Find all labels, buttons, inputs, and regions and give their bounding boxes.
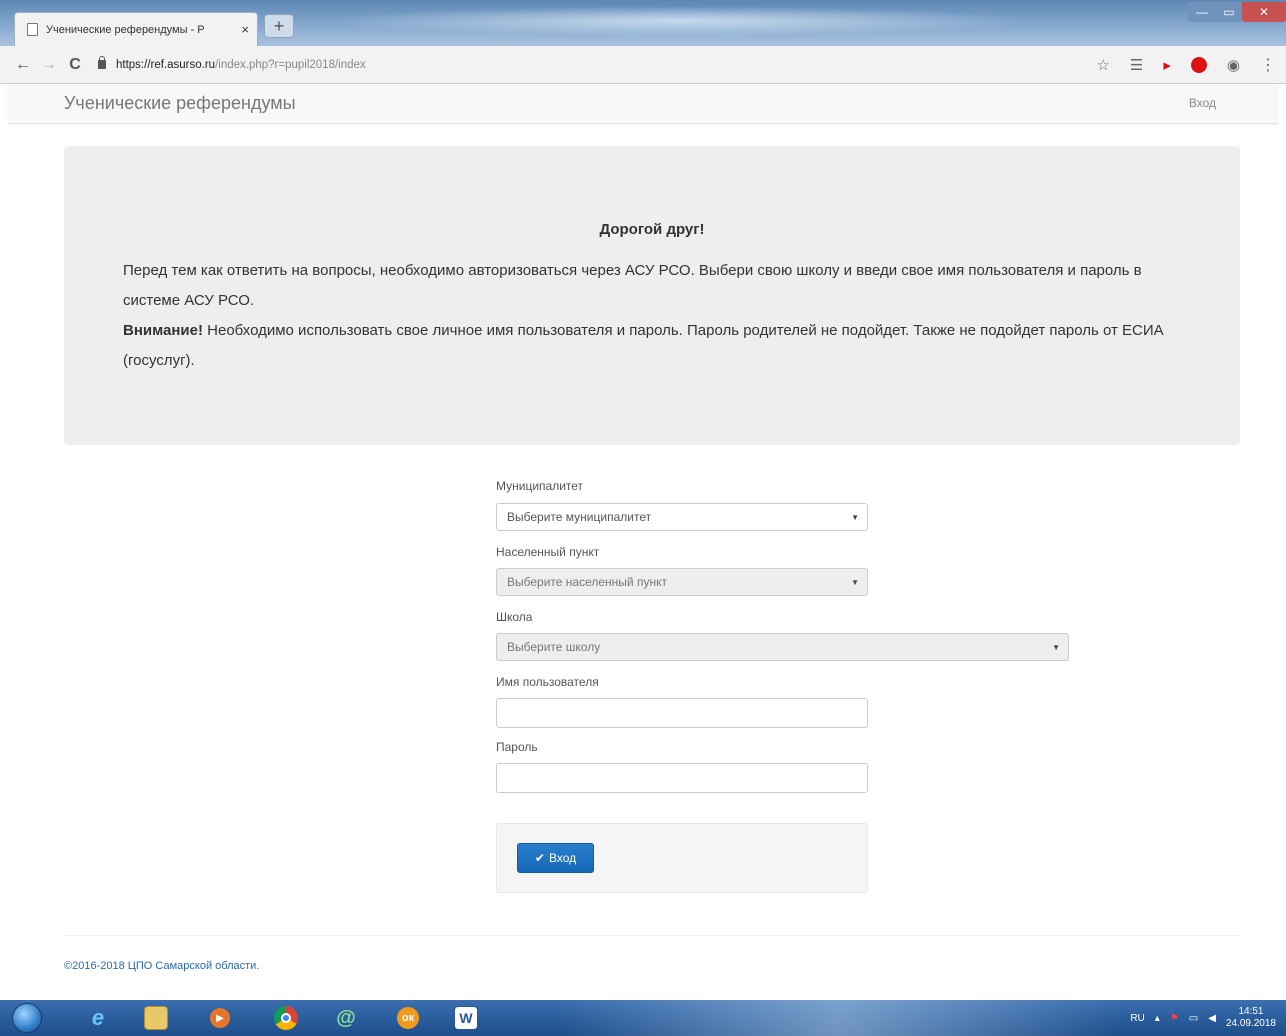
reload-button[interactable]: C (62, 56, 88, 74)
site-navbar: Ученические референдумы Вход (8, 84, 1278, 124)
bookmark-star-icon[interactable]: ☆ (1096, 56, 1109, 74)
windows-taskbar: e ▶ @ ок W RU ▴ ⚑ ▭ ◀ 14:51 24.09.2018 (0, 1000, 1286, 1036)
titlebar-glow (330, 6, 1030, 36)
intro-text: Перед тем как ответить на вопросы, необх… (123, 256, 1183, 376)
close-window-button[interactable]: ✕ (1242, 2, 1286, 22)
intro-text-2: Необходимо использовать свое личное имя … (123, 322, 1164, 369)
back-button[interactable]: ← (10, 56, 36, 74)
locality-select[interactable]: Выберите населенный пункт ▼ (496, 568, 868, 596)
footer-divider (64, 935, 1240, 936)
mail-agent-icon[interactable]: @ (326, 1003, 366, 1033)
system-tray: RU ▴ ⚑ ▭ ◀ 14:51 24.09.2018 (1130, 1000, 1276, 1036)
odnoklassniki-icon[interactable]: ок (388, 1003, 428, 1033)
taskbar-glow (560, 1000, 1120, 1036)
school-select[interactable]: Выберите школу ▼ (496, 633, 1069, 661)
intro-heading: Дорогой друг! (599, 221, 705, 238)
tab-title: Ученические референдумы - Р (46, 23, 205, 36)
url-field[interactable]: https://ref.asurso.ru /index.php?r=pupil… (98, 56, 366, 71)
clock[interactable]: 14:51 24.09.2018 (1226, 1006, 1276, 1030)
extension-icon[interactable]: ☰ (1130, 56, 1143, 74)
adblock-icon[interactable] (1190, 57, 1207, 73)
page-icon (27, 23, 38, 36)
account-icon[interactable]: ◉ (1227, 56, 1240, 74)
minimize-button[interactable]: — (1188, 2, 1216, 22)
lock-icon (98, 56, 106, 69)
clock-time: 14:51 (1238, 1006, 1264, 1017)
login-submit-label: Вход (548, 851, 577, 865)
chrome-icon[interactable] (266, 1003, 306, 1033)
school-label: Школа (496, 610, 533, 624)
password-input[interactable] (496, 763, 868, 793)
form-actions: ✔ Вход (496, 823, 868, 893)
browser-titlebar: Ученические референдумы - Р × + — ▭ ✕ (0, 0, 1286, 46)
municipality-value: Выберите муниципалитет (507, 510, 652, 524)
flag-extension-icon[interactable]: ▸ (1163, 56, 1171, 74)
check-icon: ✔ (534, 851, 545, 865)
locality-value: Выберите населенный пункт (507, 575, 667, 589)
url-path: /index.php?r=pupil2018/index (215, 58, 366, 71)
browser-tab[interactable]: Ученические референдумы - Р × (14, 12, 258, 46)
chevron-down-icon: ▼ (1052, 643, 1060, 652)
forward-button[interactable]: → (36, 56, 62, 74)
attention-label: Внимание! (123, 322, 203, 339)
start-button-icon[interactable] (12, 1003, 42, 1033)
footer-copyright[interactable]: ©2016-2018 ЦПО Самарской области. (64, 960, 259, 972)
toolbar-icons: ☆ ☰ ▸ ◉ ⋮ (1096, 46, 1276, 84)
url-domain: https://ref.asurso.ru (116, 58, 216, 71)
flag-icon[interactable]: ⚑ (1170, 1013, 1179, 1024)
locality-label: Населенный пункт (496, 545, 600, 559)
new-tab-button[interactable]: + (264, 14, 294, 38)
explorer-icon[interactable] (136, 1003, 176, 1033)
intro-text-1: Перед тем как ответить на вопросы, необх… (123, 262, 1142, 309)
browser-menu-icon[interactable]: ⋮ (1260, 55, 1276, 75)
tray-expand-icon[interactable]: ▴ (1155, 1013, 1160, 1024)
chevron-down-icon: ▼ (851, 578, 859, 587)
media-player-icon[interactable]: ▶ (200, 1003, 240, 1033)
word-icon[interactable]: W (446, 1003, 486, 1033)
address-bar: ← → C https://ref.asurso.ru /index.php?r… (0, 46, 1286, 84)
ie-icon[interactable]: e (78, 1003, 118, 1033)
tab-close-button[interactable]: × (241, 22, 249, 37)
intro-panel: Дорогой друг! Перед тем как ответить на … (64, 146, 1240, 445)
volume-icon[interactable]: ◀ (1208, 1013, 1216, 1024)
chevron-down-icon: ▼ (851, 513, 859, 522)
password-label: Пароль (496, 740, 538, 754)
site-brand[interactable]: Ученические референдумы (64, 93, 296, 114)
municipality-label: Муниципалитет (496, 479, 584, 493)
network-icon[interactable]: ▭ (1189, 1013, 1198, 1024)
login-submit-button[interactable]: ✔ Вход (517, 843, 594, 873)
language-indicator[interactable]: RU (1130, 1013, 1144, 1024)
clock-date: 24.09.2018 (1225, 1018, 1276, 1029)
navbar-login-link[interactable]: Вход (1189, 96, 1216, 110)
maximize-button[interactable]: ▭ (1216, 2, 1242, 22)
username-input[interactable] (496, 698, 868, 728)
school-value: Выберите школу (507, 640, 601, 654)
municipality-select[interactable]: Выберите муниципалитет ▼ (496, 503, 868, 531)
username-label: Имя пользователя (496, 675, 599, 689)
